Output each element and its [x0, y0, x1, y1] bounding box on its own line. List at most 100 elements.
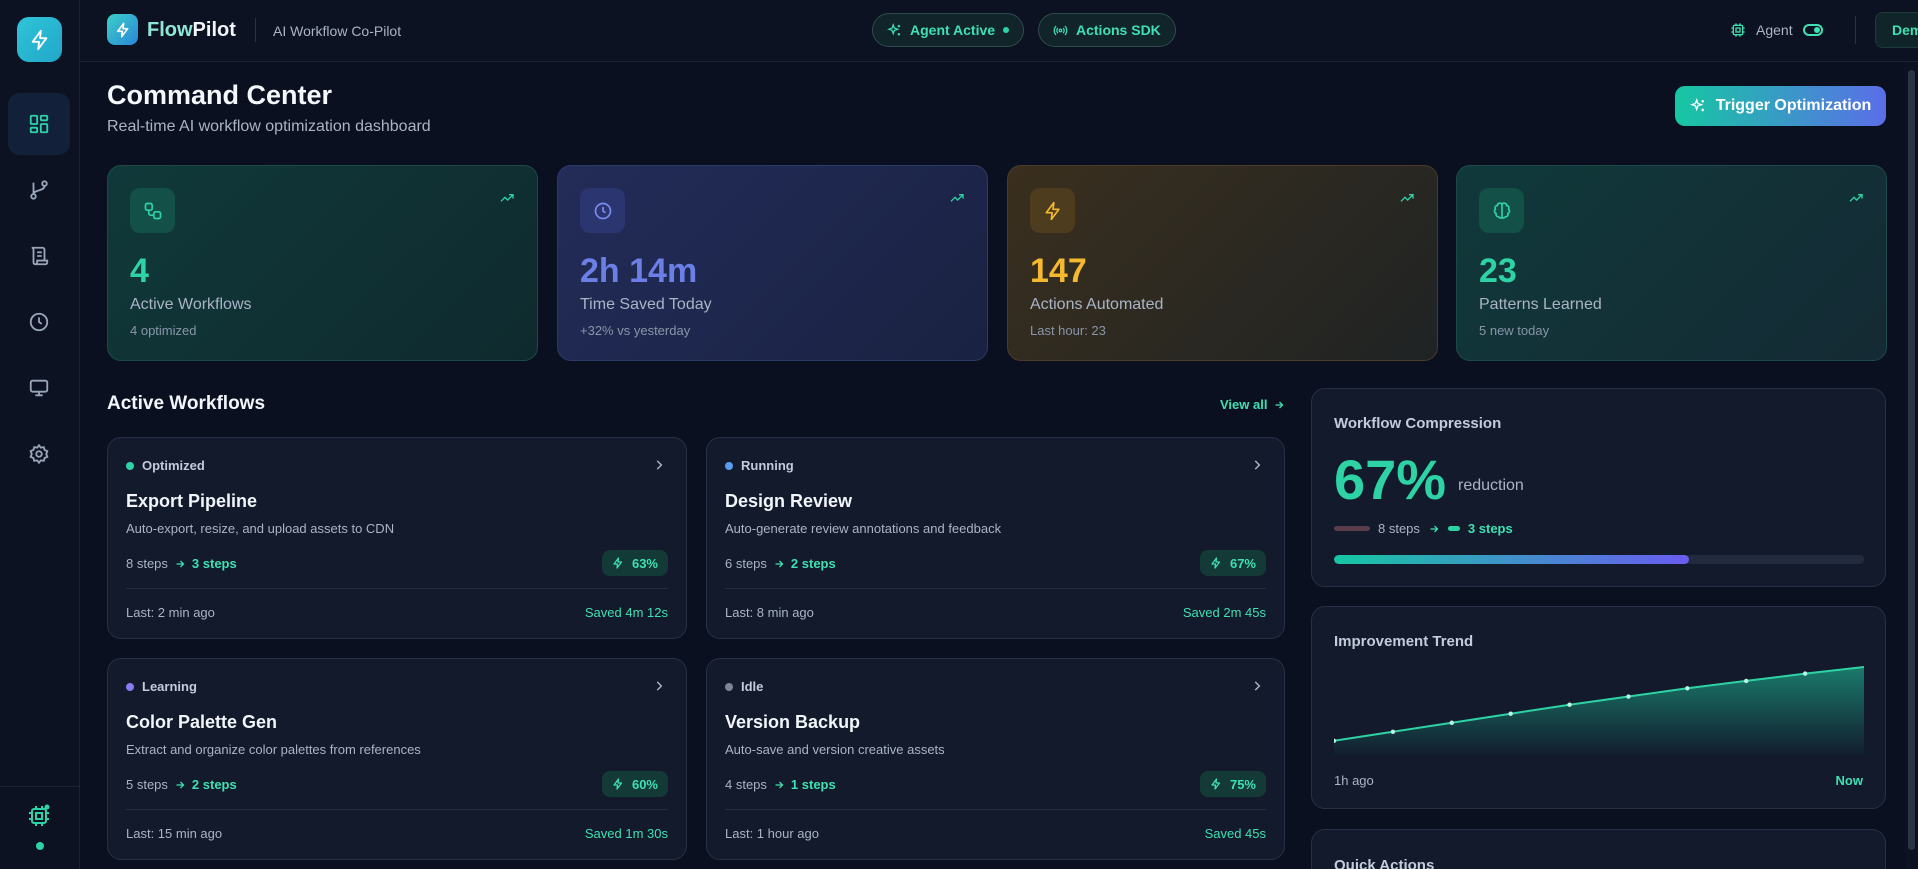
- chevron-right-icon[interactable]: [1250, 458, 1264, 472]
- card-divider: [126, 809, 668, 810]
- compression-badge-value: 60%: [631, 776, 658, 792]
- actions-sdk-pill[interactable]: Actions SDK: [1038, 13, 1176, 47]
- compression-badge: 75%: [1199, 771, 1266, 797]
- compression-badge-value: 67%: [1229, 555, 1256, 571]
- demo-toggle[interactable]: Demo: [1875, 12, 1918, 48]
- sidebar-item-dashboard[interactable]: [8, 93, 70, 155]
- agent-status-button[interactable]: [27, 804, 51, 833]
- agent-toggle[interactable]: Agent: [1730, 22, 1823, 38]
- workflow-title: Color Palette Gen: [126, 712, 278, 732]
- panel-title: Workflow Compression: [1334, 415, 1502, 432]
- agent-label: Agent: [1756, 22, 1793, 38]
- cpu-icon: [1731, 23, 1745, 37]
- bolt-icon: [613, 557, 623, 569]
- workflow-status-label: Idle: [741, 679, 764, 694]
- chevron-right-icon[interactable]: [652, 679, 666, 693]
- scrollbar[interactable]: [1905, 62, 1918, 869]
- chevron-right-icon[interactable]: [652, 458, 666, 472]
- workflow-card-export-pipeline[interactable]: Optimized Export Pipeline Auto-export, r…: [107, 437, 687, 639]
- workflow-card-color-palette-gen[interactable]: Learning Color Palette Gen Extract and o…: [107, 658, 687, 860]
- sidebar-item-settings[interactable]: [8, 423, 70, 485]
- bolt-icon: [31, 29, 47, 50]
- stat-sub: 4 optimized: [130, 323, 197, 338]
- workflow-icon: [144, 202, 161, 219]
- panel-title: Improvement Trend: [1334, 633, 1474, 650]
- card-divider: [725, 809, 1266, 810]
- workflow-last-run: Last: 1 hour ago: [725, 826, 819, 841]
- scrollbar-thumb[interactable]: [1908, 70, 1915, 850]
- view-all-label: View all: [1220, 397, 1268, 412]
- arrow-right-icon: [775, 560, 784, 567]
- old-steps-bar: [1334, 526, 1370, 531]
- sidebar-item-screens[interactable]: [8, 357, 70, 419]
- stat-icon-tile: [1479, 188, 1524, 233]
- trend-point: [1567, 702, 1572, 707]
- trend-end-label: Now: [1835, 773, 1863, 788]
- actions-sdk-label: Actions SDK: [1076, 22, 1161, 38]
- sidebar-item-history[interactable]: [8, 291, 70, 353]
- bolt-icon: [613, 778, 623, 790]
- clock-icon: [29, 312, 49, 332]
- steps-from: 8 steps: [1378, 521, 1420, 536]
- panel-title: Quick Actions: [1334, 857, 1435, 869]
- sparkles-icon: [887, 22, 901, 36]
- stat-icon-tile: [580, 188, 625, 233]
- workflow-card-version-backup[interactable]: Idle Version Backup Auto-save and versio…: [706, 658, 1285, 860]
- compression-unit: reduction: [1458, 477, 1524, 494]
- stat-card-patterns-learned[interactable]: 23 Patterns Learned 5 new today: [1456, 165, 1887, 361]
- sparkles-icon: [1689, 98, 1704, 112]
- sidebar-item-scripts[interactable]: [8, 225, 70, 287]
- workflow-status: Optimized: [126, 458, 205, 473]
- agent-toggle-switch[interactable]: [1802, 24, 1823, 36]
- workflow-status-label: Learning: [142, 679, 197, 694]
- steps-to: 3 steps: [1467, 521, 1513, 536]
- improvement-trend-panel: Improvement Trend 1h ago Now: [1311, 606, 1886, 809]
- steps-to: 3 steps: [191, 556, 237, 571]
- brand-name: FlowPilot: [147, 19, 236, 41]
- workflow-steps: 6 steps 2 steps: [725, 556, 836, 571]
- app-logo[interactable]: [17, 17, 62, 62]
- agent-active-label: Agent Active: [910, 22, 996, 38]
- workflow-status-label: Running: [741, 458, 794, 473]
- stat-card-time-saved[interactable]: 2h 14m Time Saved Today +32% vs yesterda…: [557, 165, 988, 361]
- steps-from: 5 steps: [126, 777, 168, 792]
- agent-online-dot: [36, 842, 44, 850]
- scroll-icon: [31, 246, 49, 266]
- arrow-right-icon: [1430, 525, 1439, 532]
- agent-active-pill[interactable]: Agent Active: [872, 13, 1025, 47]
- stat-card-active-workflows[interactable]: 4 Active Workflows 4 optimized: [107, 165, 538, 361]
- brand-logo[interactable]: [107, 14, 138, 45]
- brain-icon: [1493, 201, 1510, 219]
- stat-value: 2h 14m: [580, 252, 698, 290]
- arrow-right-icon: [1275, 401, 1284, 408]
- workflow-compression-panel: Workflow Compression 67% reduction 8 ste…: [1311, 388, 1886, 587]
- trend-point: [1802, 671, 1808, 676]
- steps-to: 2 steps: [191, 777, 237, 792]
- trending-up-icon: [950, 194, 964, 202]
- workflow-description: Extract and organize color palettes from…: [126, 742, 421, 757]
- trend-point: [1685, 686, 1690, 691]
- brand-subtitle: AI Workflow Co-Pilot: [273, 23, 402, 39]
- trend-point: [1626, 694, 1631, 699]
- sidebar-item-workflows[interactable]: [8, 159, 70, 221]
- workflow-status: Learning: [126, 679, 197, 694]
- stat-card-actions-automated[interactable]: 147 Actions Automated Last hour: 23: [1007, 165, 1438, 361]
- steps-from: 6 steps: [725, 556, 767, 571]
- workflow-last-run: Last: 2 min ago: [126, 605, 215, 620]
- status-dot: [725, 461, 733, 470]
- gear-icon: [29, 443, 49, 465]
- bolt-icon: [1045, 201, 1060, 220]
- compression-badge: 63%: [601, 550, 668, 576]
- chevron-right-icon[interactable]: [1250, 679, 1264, 693]
- monitor-icon: [29, 379, 49, 397]
- view-all-link[interactable]: View all: [1220, 397, 1285, 412]
- bolt-icon: [1211, 557, 1221, 569]
- bolt-icon: [116, 22, 128, 37]
- trending-up-icon: [1849, 194, 1863, 202]
- quick-actions-panel: Quick Actions: [1311, 829, 1886, 869]
- stat-label: Active Workflows: [130, 296, 252, 313]
- trigger-optimization-button[interactable]: Trigger Optimization: [1675, 86, 1886, 126]
- workflow-card-design-review[interactable]: Running Design Review Auto-generate revi…: [706, 437, 1285, 639]
- topbar: FlowPilot AI Workflow Co-Pilot Agent Act…: [80, 0, 1918, 62]
- workflow-status: Running: [725, 458, 794, 473]
